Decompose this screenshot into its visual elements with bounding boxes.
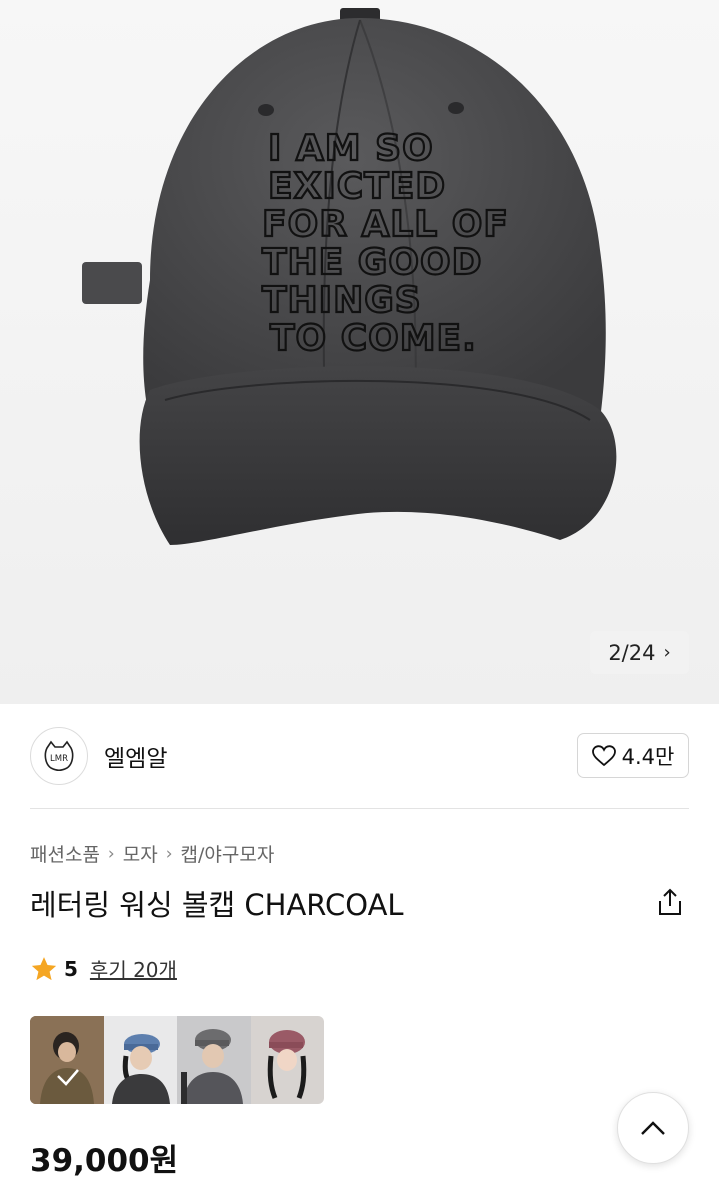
- chevron-right-icon: ›: [165, 843, 173, 864]
- cap-embroidery-line: THE GOOD: [262, 242, 482, 283]
- star-icon: [31, 956, 57, 980]
- cap-embroidery-line: THINGS: [262, 280, 422, 321]
- breadcrumb-item[interactable]: 캡/야구모자: [181, 840, 275, 867]
- rating-row: 5 후기 20개: [30, 954, 177, 983]
- chevron-right-icon: ›: [663, 642, 671, 663]
- cap-embroidery-line: FOR ALL OF: [262, 204, 509, 245]
- share-icon: [659, 888, 681, 915]
- rating-score: 5: [64, 956, 78, 981]
- review-count-link[interactable]: 후기 20개: [90, 954, 177, 983]
- review-photo[interactable]: [30, 1016, 104, 1104]
- breadcrumb-item[interactable]: 패션소품: [30, 840, 100, 867]
- product-title: 레터링 워싱 볼캡 CHARCOAL: [30, 888, 404, 922]
- review-photo[interactable]: [177, 1016, 251, 1104]
- divider: [30, 808, 689, 809]
- share-button[interactable]: [652, 884, 688, 920]
- chevron-right-icon: ›: [107, 843, 115, 864]
- product-image-gallery[interactable]: I AM SO EXICTED FOR ALL OF THE GOOD THINGS TO…: [0, 0, 719, 704]
- store-logo[interactable]: LMR: [30, 727, 88, 785]
- cap-embroidery-line: I AM SO: [268, 128, 434, 169]
- cap-embroidery-line: EXICTED: [268, 166, 446, 207]
- scroll-top-button[interactable]: [617, 1092, 689, 1164]
- store-row[interactable]: LMR 엘엠알 4.4만: [30, 725, 689, 787]
- product-price: 39,000원: [30, 1143, 179, 1179]
- like-button[interactable]: 4.4만: [577, 733, 689, 778]
- image-counter-button[interactable]: 2/24 ›: [590, 631, 689, 674]
- like-count: 4.4만: [621, 744, 675, 769]
- review-photo-strip[interactable]: [30, 1016, 324, 1104]
- review-photo[interactable]: [103, 1016, 177, 1104]
- breadcrumb: 패션소품 › 모자 › 캡/야구모자: [30, 840, 274, 867]
- image-counter-text: 2/24: [608, 640, 656, 665]
- store-logo-text: LMR: [50, 754, 68, 764]
- product-image: I AM SOEXICTEDFOR ALL OFTHE GOODTHINGSTO…: [82, 8, 617, 545]
- heart-icon: [591, 744, 616, 766]
- cat-logo-icon: LMR: [44, 740, 74, 772]
- chevron-up-icon: [641, 1121, 665, 1135]
- cap-embroidery-line: TO COME.: [270, 318, 477, 359]
- breadcrumb-item[interactable]: 모자: [123, 840, 158, 867]
- store-name[interactable]: 엘엠알: [104, 739, 167, 773]
- review-photo[interactable]: [250, 1016, 324, 1104]
